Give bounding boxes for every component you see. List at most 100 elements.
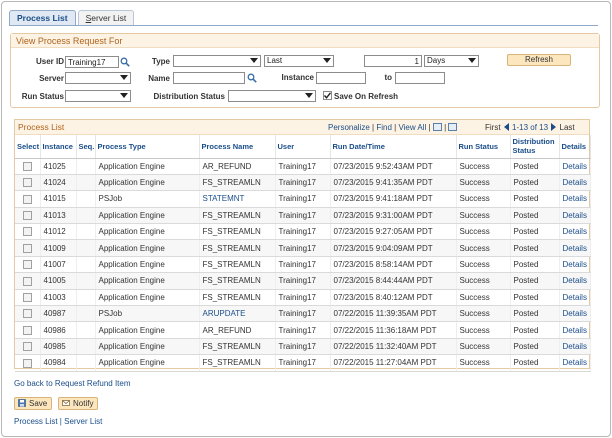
save-button[interactable]: Save	[14, 397, 53, 410]
type-select[interactable]	[173, 55, 261, 67]
tab-server-list[interactable]: Server List	[77, 10, 135, 26]
distribution-status-cell: Posted	[510, 239, 560, 257]
distribution-status-select[interactable]	[228, 90, 316, 102]
process-name-cell: FS_STREAMLN	[199, 289, 276, 307]
details-link[interactable]: Details	[559, 354, 591, 372]
chevron-down-icon	[323, 58, 331, 63]
seq-cell	[76, 207, 96, 225]
row-select-checkbox[interactable]	[22, 194, 32, 204]
process-table: Select Instance Seq. Process Type Proces…	[15, 135, 591, 372]
col-header-process-name[interactable]: Process Name	[199, 135, 276, 159]
run-status-cell: Success	[456, 239, 511, 257]
process-name-cell: FS_STREAMLN	[199, 239, 276, 257]
col-header-instance[interactable]: Instance	[40, 135, 77, 159]
run-status-cell: Success	[456, 190, 511, 208]
new-window-icon[interactable]	[432, 123, 442, 131]
row-select-checkbox[interactable]	[22, 260, 32, 270]
instance-from-input[interactable]	[316, 72, 366, 84]
download-spreadsheet-icon[interactable]	[448, 123, 458, 131]
run-status-cell: Success	[456, 354, 511, 372]
last-count-input[interactable]	[364, 55, 422, 67]
process-name-cell[interactable]: ARUPDATE	[199, 305, 276, 323]
col-header-seq[interactable]: Seq.	[76, 135, 96, 159]
footer-process-list-link[interactable]: Process List	[14, 417, 58, 426]
view-all-link[interactable]: View All	[398, 123, 426, 132]
distribution-status-cell: Posted	[510, 190, 560, 208]
notify-button[interactable]: Notify	[58, 397, 99, 410]
details-link[interactable]: Details	[559, 256, 591, 274]
last-select[interactable]: Last	[264, 55, 334, 67]
run-date-time-cell: 07/23/2015 9:52:43AM PDT	[330, 158, 457, 175]
distribution-status-cell: Posted	[510, 207, 560, 225]
details-link[interactable]: Details	[559, 207, 591, 225]
details-link[interactable]: Details	[559, 223, 591, 241]
save-on-refresh-checkbox[interactable]	[323, 91, 332, 100]
name-input[interactable]	[173, 72, 245, 84]
col-header-distribution-status[interactable]: Distribution Status	[510, 135, 560, 159]
go-back-link[interactable]: Go back to Request Refund Item	[14, 379, 131, 388]
table-row: 41013 Application Engine FS_STREAMLN Traini…	[15, 207, 591, 225]
row-select-checkbox[interactable]	[22, 325, 32, 335]
personalize-link[interactable]: Personalize	[328, 123, 370, 132]
select-cell	[15, 305, 41, 323]
details-link[interactable]: Details	[559, 272, 591, 290]
refresh-button[interactable]: Refresh	[507, 54, 571, 66]
run-date-time-cell: 07/22/2015 11:39:35AM PDT	[330, 305, 457, 323]
row-select-checkbox[interactable]	[22, 178, 32, 188]
next-arrow-icon[interactable]	[551, 123, 557, 131]
unit-select-value: Days	[427, 56, 446, 65]
details-link[interactable]: Details	[559, 321, 591, 339]
unit-select[interactable]: Days	[424, 55, 479, 67]
group-title: View Process Request For	[11, 34, 599, 48]
details-link[interactable]: Details	[559, 289, 591, 307]
details-link[interactable]: Details	[559, 338, 591, 356]
footer-server-list-link[interactable]: Server List	[64, 417, 102, 426]
row-select-checkbox[interactable]	[22, 227, 32, 237]
details-link[interactable]: Details	[559, 174, 591, 192]
row-select-checkbox[interactable]	[22, 293, 32, 303]
table-row: 41012 Application Engine FS_STREAMLN Traini…	[15, 223, 591, 241]
details-link[interactable]: Details	[559, 190, 591, 208]
details-link[interactable]: Details	[559, 158, 591, 175]
process-name-cell: FS_STREAMLN	[199, 354, 276, 372]
instance-to-input[interactable]	[395, 72, 445, 84]
table-row: 41025 Application Engine AR_REFUND Training…	[15, 158, 591, 175]
row-select-checkbox[interactable]	[22, 342, 32, 352]
name-lookup-icon[interactable]	[247, 73, 257, 83]
tab-process-list[interactable]: Process List	[9, 10, 76, 26]
distribution-status-cell: Posted	[510, 321, 560, 339]
previous-arrow-icon[interactable]	[503, 123, 509, 131]
row-select-checkbox[interactable]	[22, 243, 32, 253]
user-cell: Training17	[275, 289, 331, 307]
last-link[interactable]: Last	[560, 123, 575, 132]
col-header-run-status[interactable]: Run Status	[456, 135, 511, 159]
instance-cell: 40986	[40, 321, 77, 339]
first-link[interactable]: First	[485, 123, 501, 132]
details-link[interactable]: Details	[559, 239, 591, 257]
server-select[interactable]	[65, 72, 131, 84]
row-select-checkbox[interactable]	[22, 358, 32, 368]
col-header-run-date-time[interactable]: Run Date/Time	[330, 135, 457, 159]
table-row: 41024 Application Engine FS_STREAMLN Traini…	[15, 174, 591, 192]
seq-cell	[76, 289, 96, 307]
user-id-lookup-icon[interactable]	[120, 57, 130, 67]
select-cell	[15, 289, 41, 307]
find-link[interactable]: Find	[376, 123, 392, 132]
row-select-checkbox[interactable]	[22, 211, 32, 221]
col-header-user[interactable]: User	[275, 135, 331, 159]
select-cell	[15, 190, 41, 208]
row-select-checkbox[interactable]	[22, 309, 32, 319]
table-row: 41007 Application Engine FS_STREAMLN Traini…	[15, 256, 591, 274]
instance-to-label: to	[384, 73, 392, 82]
user-id-input[interactable]	[65, 56, 119, 68]
row-select-checkbox[interactable]	[22, 161, 32, 171]
run-status-cell: Success	[456, 158, 511, 175]
run-status-select[interactable]	[65, 90, 131, 102]
process-name-cell[interactable]: STATEMNT	[199, 190, 276, 208]
run-date-time-cell: 07/23/2015 9:04:09AM PDT	[330, 239, 457, 257]
run-status-cell: Success	[456, 256, 511, 274]
col-header-process-type[interactable]: Process Type	[95, 135, 200, 159]
type-label: Type	[151, 57, 170, 66]
row-select-checkbox[interactable]	[22, 276, 32, 286]
details-link[interactable]: Details	[559, 305, 591, 323]
